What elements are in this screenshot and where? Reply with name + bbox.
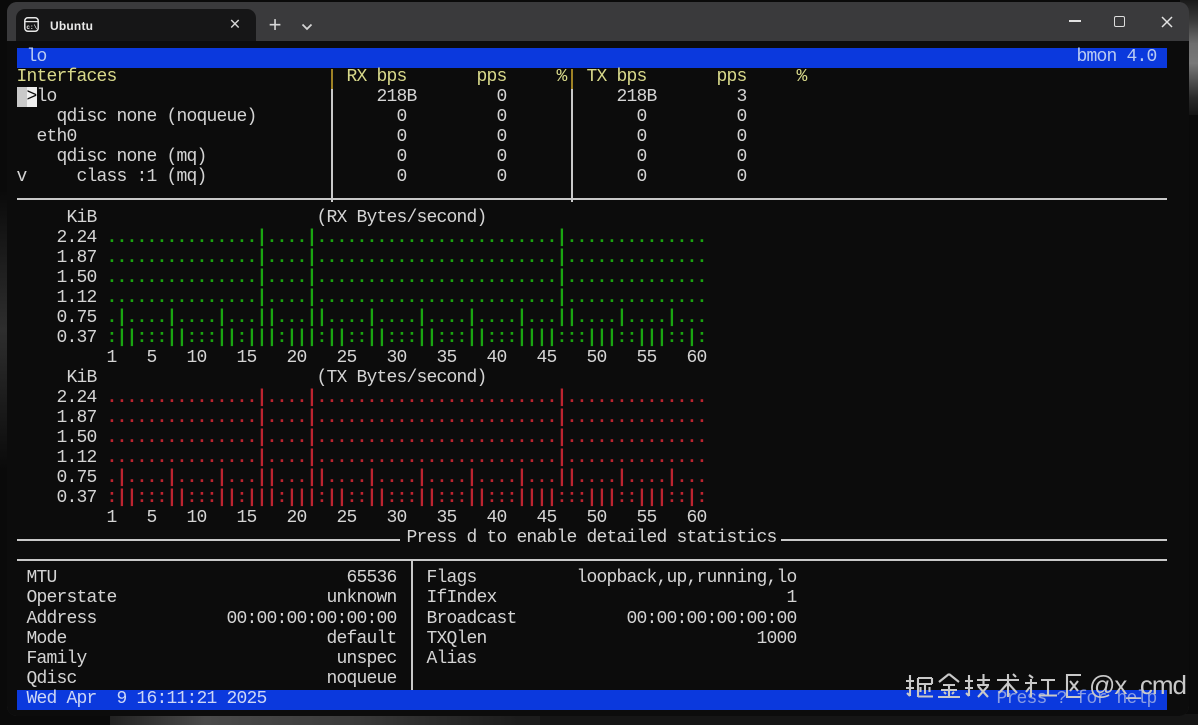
svg-text:c:\: c:\ [26,24,37,31]
